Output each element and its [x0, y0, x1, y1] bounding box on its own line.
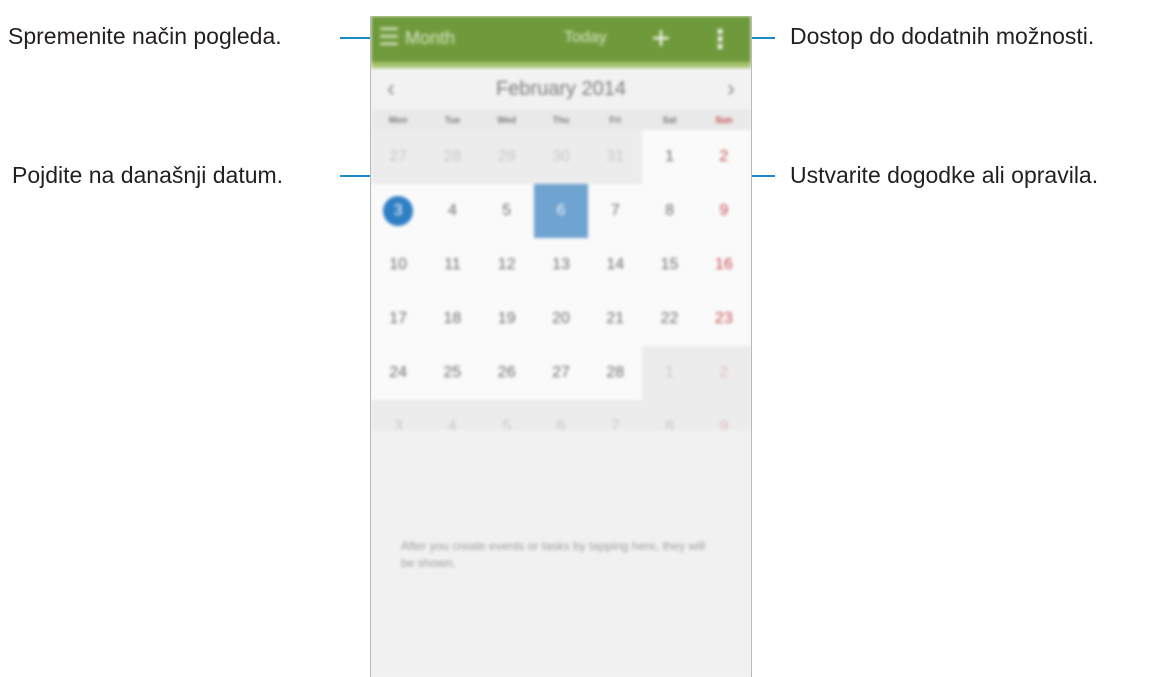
day-cell[interactable]: 10 — [371, 238, 426, 292]
day-cell[interactable]: 1 — [642, 346, 697, 400]
day-cell-selected[interactable]: 6 — [533, 184, 589, 238]
calendar-app: ☰ Month Today + ⋮ ‹ February 2014 › Mon T… — [371, 16, 751, 677]
day-cell[interactable]: 26 — [479, 346, 534, 400]
day-cell[interactable]: 18 — [425, 292, 480, 346]
weekday-label: Mon — [388, 115, 408, 125]
day-cell[interactable]: 13 — [533, 238, 589, 292]
day-cell[interactable]: 11 — [425, 238, 480, 292]
day-cell[interactable]: 17 — [371, 292, 426, 346]
day-cell[interactable]: 12 — [479, 238, 534, 292]
week-row: 24 25 26 27 28 1 2 — [371, 346, 751, 400]
day-cell[interactable]: 1 — [642, 130, 697, 184]
month-grid: 27 28 29 30 31 1 2 3 4 5 6 7 8 9 10 11 12 13 14 15 16 17 18 19 2… — [371, 130, 751, 454]
view-mode-label[interactable]: Month — [405, 28, 455, 49]
weekday-label: Sun — [715, 115, 733, 125]
weekday-header: Mon Tue Wed Thu Fri Sat Sun — [371, 110, 751, 130]
day-cell[interactable]: 9 — [696, 184, 751, 238]
day-cell[interactable]: 8 — [642, 184, 697, 238]
week-row: 3456789 — [371, 184, 751, 238]
week-row: 17 18 19 20 21 22 23 — [371, 292, 751, 346]
day-cell[interactable]: 15 — [642, 238, 697, 292]
day-cell[interactable]: 2 — [696, 346, 751, 400]
day-cell[interactable]: 4 — [425, 184, 480, 238]
day-cell[interactable]: 16 — [696, 238, 751, 292]
weekday-label: Wed — [497, 115, 517, 125]
weekday-label: Thu — [552, 115, 570, 125]
day-cell[interactable]: 23 — [696, 292, 751, 346]
callout-more-options: Dostop do dodatnih možnosti. — [790, 23, 1095, 49]
day-cell[interactable]: 27 — [371, 130, 426, 184]
week-row: 27 28 29 30 31 1 2 — [371, 130, 751, 184]
callout-today: Pojdite na današnji datum. — [12, 162, 284, 188]
phone-screen: ☰ Month Today + ⋮ ‹ February 2014 › Mon T… — [370, 16, 752, 677]
today-marker: 3 — [383, 196, 414, 226]
chevron-right-icon[interactable]: › — [721, 74, 741, 104]
day-cell[interactable]: 5 — [479, 184, 534, 238]
day-cell[interactable]: 30 — [533, 130, 589, 184]
callout-line-view-mode — [340, 37, 373, 39]
weekday-label: Fri — [609, 115, 622, 125]
day-cell[interactable]: 31 — [588, 130, 643, 184]
week-row: 10 11 12 13 14 15 16 — [371, 238, 751, 292]
day-cell[interactable]: 20 — [533, 292, 589, 346]
day-cell[interactable]: 19 — [479, 292, 534, 346]
empty-events-hint: After you create events or tasks by tapp… — [401, 539, 706, 570]
day-cell[interactable]: 25 — [425, 346, 480, 400]
day-cell-today[interactable]: 3 — [371, 184, 426, 238]
plus-icon[interactable]: + — [648, 20, 674, 56]
hamburger-icon[interactable]: ☰ — [377, 24, 401, 52]
day-cell[interactable]: 29 — [479, 130, 534, 184]
callout-create: Ustvarite dogodke ali opravila. — [790, 162, 1099, 188]
today-button[interactable]: Today — [564, 29, 607, 47]
event-list-area[interactable]: After you create events or tasks by tapp… — [371, 430, 751, 677]
day-cell[interactable]: 28 — [425, 130, 480, 184]
month-navigation: ‹ February 2014 › — [371, 68, 751, 110]
day-cell[interactable]: 28 — [588, 346, 643, 400]
day-cell[interactable]: 2 — [696, 130, 751, 184]
day-cell[interactable]: 27 — [533, 346, 589, 400]
day-cell[interactable]: 21 — [588, 292, 643, 346]
action-bar: ☰ Month Today + ⋮ — [371, 16, 751, 62]
weekday-label: Tue — [444, 115, 461, 125]
weekday-label: Sat — [662, 115, 677, 125]
day-cell[interactable]: 14 — [588, 238, 643, 292]
day-cell[interactable]: 7 — [588, 184, 643, 238]
callout-view-mode: Spremenite način pogleda. — [8, 23, 282, 49]
vertical-dots-icon[interactable]: ⋮ — [707, 24, 733, 54]
day-cell[interactable]: 22 — [642, 292, 697, 346]
day-cell[interactable]: 24 — [371, 346, 426, 400]
month-label: February 2014 — [495, 78, 627, 100]
